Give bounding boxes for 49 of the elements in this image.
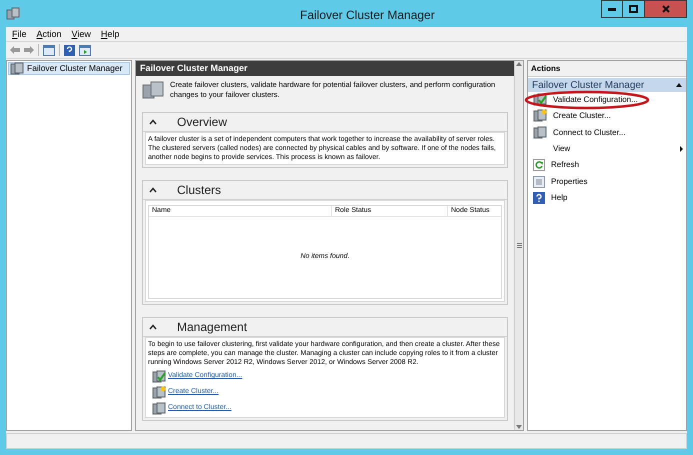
task-command[interactable]: Create Cluster... bbox=[528, 108, 686, 125]
menu-item[interactable]: Action bbox=[36, 28, 62, 42]
task-command[interactable]: Validate Configuration... bbox=[528, 92, 686, 108]
grip-icon bbox=[516, 243, 522, 248]
action-group-header[interactable]: Failover Cluster Manager bbox=[528, 78, 686, 92]
section-title: Clusters bbox=[177, 182, 222, 199]
menu-item[interactable]: Help bbox=[100, 28, 120, 42]
window-title: Failover Cluster Manager bbox=[300, 7, 435, 24]
console-tree-icon[interactable] bbox=[43, 44, 55, 56]
servers-icon bbox=[533, 126, 547, 140]
tree-item[interactable]: Failover Cluster Manager bbox=[8, 62, 130, 75]
task-command[interactable]: Help bbox=[528, 190, 686, 206]
refresh-icon bbox=[533, 159, 545, 172]
properties-icon bbox=[533, 176, 545, 188]
server-star-icon bbox=[533, 109, 547, 124]
collapse-icon[interactable] bbox=[149, 119, 157, 125]
maximize-button[interactable] bbox=[623, 0, 645, 18]
forward-icon[interactable] bbox=[24, 46, 34, 54]
task-command[interactable]: View bbox=[528, 140, 686, 158]
submenu-arrow-icon bbox=[680, 146, 683, 152]
collapse-icon[interactable] bbox=[149, 324, 157, 330]
collapse-icon[interactable] bbox=[149, 187, 157, 193]
servers-icon bbox=[152, 402, 166, 416]
scroll-up-icon[interactable] bbox=[516, 62, 522, 66]
close-button[interactable] bbox=[645, 0, 687, 18]
servers-icon bbox=[142, 80, 164, 100]
menu-item[interactable]: View bbox=[72, 28, 91, 42]
cluster-icon bbox=[6, 6, 20, 20]
task-command[interactable]: Refresh bbox=[528, 157, 686, 174]
close-icon bbox=[662, 5, 670, 13]
task-command[interactable]: Properties bbox=[528, 173, 686, 190]
section-title: Management bbox=[177, 319, 248, 336]
action-pane-icon[interactable] bbox=[79, 44, 91, 56]
actions-header: Actions bbox=[528, 61, 686, 77]
server-check-icon bbox=[152, 370, 166, 384]
server-check-icon bbox=[533, 93, 547, 108]
minimize-icon bbox=[608, 8, 616, 10]
help-icon[interactable] bbox=[64, 44, 75, 56]
minimize-button[interactable] bbox=[601, 0, 623, 18]
scroll-down-icon[interactable] bbox=[516, 425, 522, 429]
section-title: Overview bbox=[177, 114, 228, 131]
back-icon[interactable] bbox=[10, 46, 20, 54]
maximize-icon bbox=[629, 5, 638, 13]
collapse-icon[interactable] bbox=[676, 83, 682, 87]
help-icon bbox=[533, 192, 545, 204]
menu-item[interactable]: File bbox=[12, 28, 27, 42]
pane-header: Failover Cluster Manager bbox=[136, 61, 514, 76]
server-star-icon bbox=[152, 386, 166, 400]
task-command[interactable]: Connect to Cluster... bbox=[528, 124, 686, 141]
